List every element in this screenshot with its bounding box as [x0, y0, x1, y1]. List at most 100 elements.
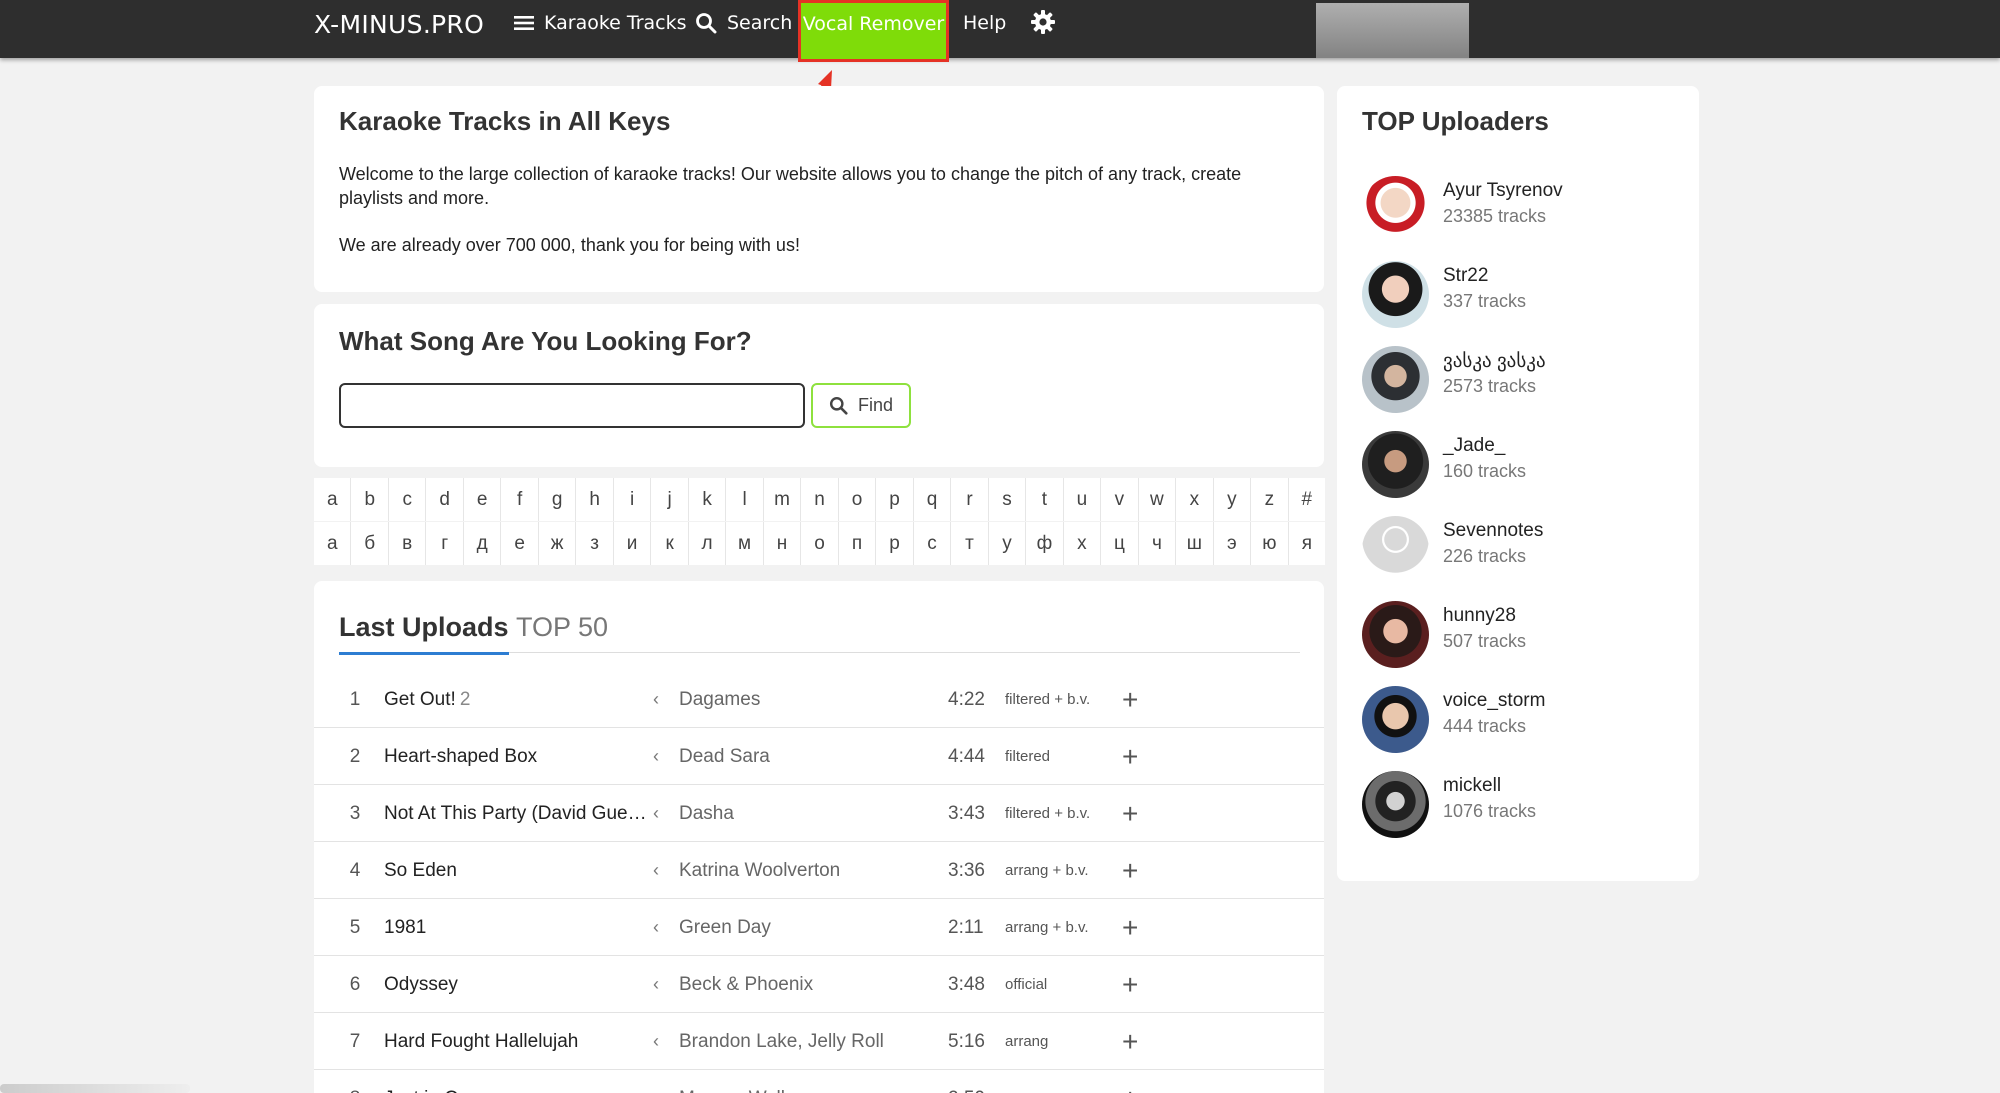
uploader-item[interactable]: mickell 1076 tracks [1362, 771, 1682, 841]
track-artist-link[interactable]: Katrina Woolverton [679, 842, 840, 899]
letter-link[interactable]: v [1101, 478, 1139, 521]
letter-link[interactable]: # [1289, 478, 1325, 521]
track-row[interactable]: 6 Odyssey ‹ Beck & Phoenix 3:48 official + [314, 956, 1324, 1013]
letter-link[interactable]: е [501, 522, 539, 565]
add-to-playlist-plus-icon[interactable]: + [1122, 671, 1138, 728]
letter-link[interactable]: п [839, 522, 877, 565]
uploader-item[interactable]: hunny28 507 tracks [1362, 601, 1682, 671]
user-account-area[interactable] [1316, 3, 1469, 58]
track-title-link[interactable]: Odyssey [384, 956, 649, 1013]
track-artist-link[interactable]: Dasha [679, 785, 734, 842]
letter-link[interactable]: l [726, 478, 764, 521]
track-title-link[interactable]: So Eden [384, 842, 649, 899]
uploader-item[interactable]: voice_storm 444 tracks [1362, 686, 1682, 756]
letter-link[interactable]: у [989, 522, 1027, 565]
nav-help[interactable]: Help [963, 0, 1006, 46]
uploader-item[interactable]: ვასკა ვასკა 2573 tracks [1362, 346, 1682, 416]
letter-link[interactable]: a [314, 478, 352, 521]
letter-link[interactable]: n [801, 478, 839, 521]
avatar[interactable] [1362, 686, 1429, 753]
track-row[interactable]: 5 1981 ‹ Green Day 2:11 arrang + b.v. + [314, 899, 1324, 956]
letter-link[interactable]: ф [1026, 522, 1064, 565]
letter-link[interactable]: к [651, 522, 689, 565]
track-row[interactable]: 8 Just in Case ‹ Morgan Wallen 2:50 arrang + [314, 1070, 1324, 1093]
avatar[interactable] [1362, 771, 1429, 838]
letter-link[interactable]: с [914, 522, 952, 565]
uploader-name[interactable]: ვასკა ვასკა [1443, 350, 1546, 373]
track-artist-link[interactable]: Dead Sara [679, 728, 770, 785]
song-search-input[interactable] [339, 383, 805, 428]
letter-link[interactable]: u [1064, 478, 1102, 521]
nav-search[interactable]: Search [695, 0, 792, 46]
letter-link[interactable]: л [689, 522, 727, 565]
letter-link[interactable]: m [764, 478, 802, 521]
letter-link[interactable]: э [1214, 522, 1252, 565]
letter-link[interactable]: r [951, 478, 989, 521]
letter-link[interactable]: s [989, 478, 1027, 521]
letter-link[interactable]: x [1176, 478, 1214, 521]
letter-link[interactable]: o [839, 478, 877, 521]
letter-link[interactable]: t [1026, 478, 1064, 521]
track-title-link[interactable]: Heart-shaped Box [384, 728, 649, 785]
find-button[interactable]: Find [811, 383, 911, 428]
letter-link[interactable]: в [389, 522, 427, 565]
tab-last-uploads[interactable]: Last Uploads [339, 601, 509, 655]
track-row[interactable]: 1 Get Out! 2 ‹ Dagames 4:22 filtered + b.v. + [314, 671, 1324, 728]
letter-link[interactable]: i [614, 478, 652, 521]
letter-link[interactable]: т [951, 522, 989, 565]
avatar[interactable] [1362, 176, 1429, 243]
letter-link[interactable]: ж [539, 522, 577, 565]
letter-link[interactable]: и [614, 522, 652, 565]
add-to-playlist-plus-icon[interactable]: + [1122, 1070, 1138, 1093]
letter-link[interactable]: ч [1139, 522, 1177, 565]
letter-link[interactable]: k [689, 478, 727, 521]
letter-link[interactable]: я [1289, 522, 1325, 565]
add-to-playlist-plus-icon[interactable]: + [1122, 1013, 1138, 1070]
letter-link[interactable]: а [314, 522, 352, 565]
track-title-link[interactable]: Not At This Party (David Guet... [384, 785, 649, 842]
track-title-link[interactable]: 1981 [384, 899, 649, 956]
avatar[interactable] [1362, 601, 1429, 668]
uploader-name[interactable]: Str22 [1443, 265, 1488, 287]
letter-link[interactable]: w [1139, 478, 1177, 521]
avatar[interactable] [1362, 431, 1429, 498]
letter-link[interactable]: z [1251, 478, 1289, 521]
site-logo[interactable]: X-MINUS.PRO [314, 10, 484, 40]
letter-link[interactable]: о [801, 522, 839, 565]
letter-link[interactable]: q [914, 478, 952, 521]
letter-link[interactable]: д [464, 522, 502, 565]
letter-link[interactable]: b [351, 478, 389, 521]
letter-link[interactable]: f [501, 478, 539, 521]
letter-link[interactable]: н [764, 522, 802, 565]
track-title-link[interactable]: Get Out! 2 [384, 671, 649, 728]
letter-link[interactable]: г [426, 522, 464, 565]
letter-link[interactable]: y [1214, 478, 1252, 521]
letter-link[interactable]: х [1064, 522, 1102, 565]
letter-link[interactable]: g [539, 478, 577, 521]
letter-link[interactable]: h [576, 478, 614, 521]
settings-gear-icon[interactable] [1030, 9, 1056, 35]
add-to-playlist-plus-icon[interactable]: + [1122, 899, 1138, 956]
uploader-item[interactable]: _Jade_ 160 tracks [1362, 431, 1682, 501]
letter-link[interactable]: ю [1251, 522, 1289, 565]
track-row[interactable]: 2 Heart-shaped Box ‹ Dead Sara 4:44 filtered + [314, 728, 1324, 785]
add-to-playlist-plus-icon[interactable]: + [1122, 785, 1138, 842]
track-title-link[interactable]: Hard Fought Hallelujah [384, 1013, 649, 1070]
uploader-name[interactable]: voice_storm [1443, 690, 1545, 712]
uploader-item[interactable]: Ayur Tsyrenov 23385 tracks [1362, 176, 1682, 246]
add-to-playlist-plus-icon[interactable]: + [1122, 728, 1138, 785]
add-to-playlist-plus-icon[interactable]: + [1122, 956, 1138, 1013]
avatar[interactable] [1362, 516, 1429, 583]
letter-link[interactable]: d [426, 478, 464, 521]
track-title-link[interactable]: Just in Case [384, 1070, 649, 1093]
track-artist-link[interactable]: Green Day [679, 899, 771, 956]
letter-link[interactable]: р [876, 522, 914, 565]
letter-link[interactable]: c [389, 478, 427, 521]
uploader-name[interactable]: _Jade_ [1443, 435, 1505, 457]
track-row[interactable]: 3 Not At This Party (David Guet... ‹ Dasha 3… [314, 785, 1324, 842]
avatar[interactable] [1362, 346, 1429, 413]
letter-link[interactable]: e [464, 478, 502, 521]
track-artist-link[interactable]: Dagames [679, 671, 760, 728]
track-artist-link[interactable]: Beck & Phoenix [679, 956, 813, 1013]
letter-link[interactable]: j [651, 478, 689, 521]
